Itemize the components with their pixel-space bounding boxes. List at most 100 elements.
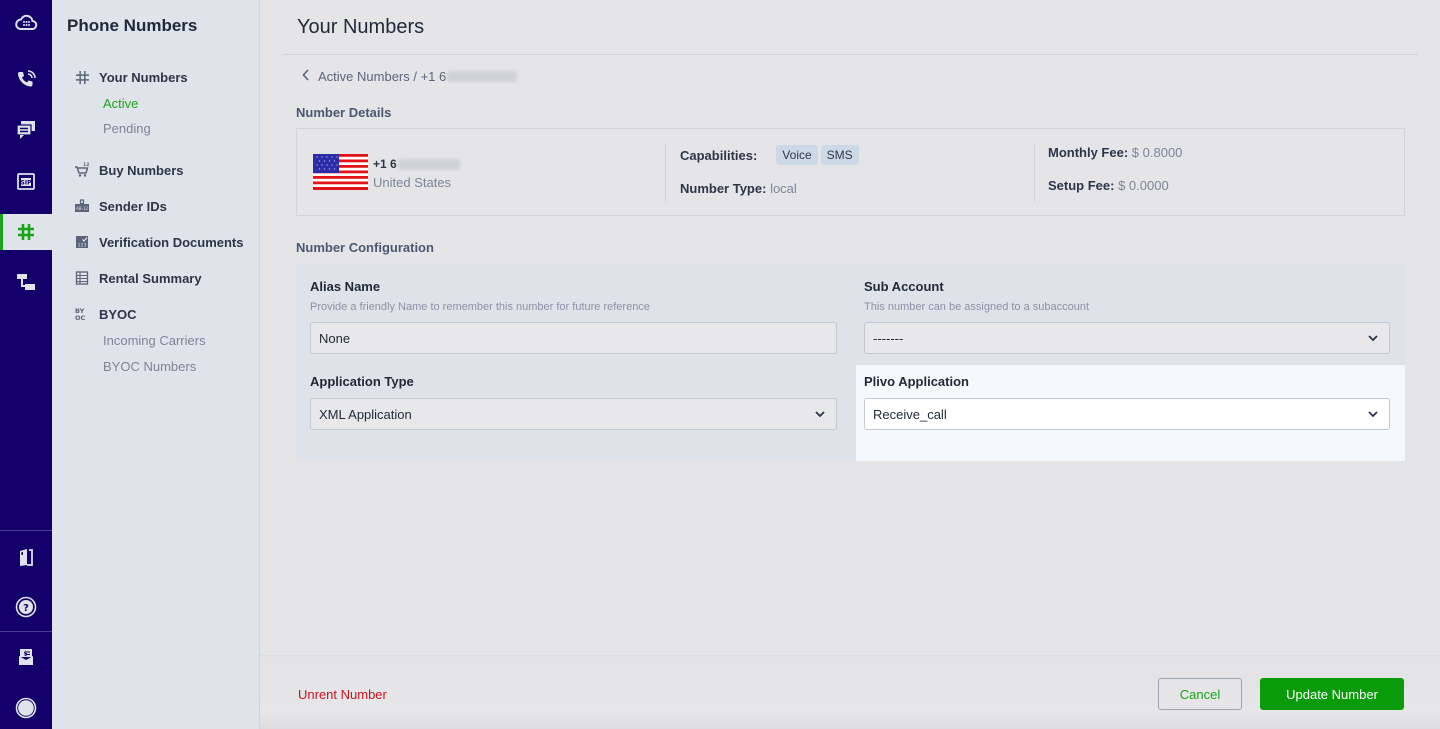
sip-icon: SIP — [17, 173, 35, 190]
unrent-number-link[interactable]: Unrent Number — [298, 687, 387, 702]
rail-flow[interactable] — [0, 264, 52, 300]
breadcrumb-current-number: +1 6 — [420, 69, 447, 84]
us-flag-icon — [313, 154, 368, 190]
monthly-fee-row: Monthly Fee: $ 0.8000 — [1048, 145, 1182, 160]
byoc-icon: BY OC — [74, 306, 90, 322]
plivo-application-select[interactable]: Receive_call — [864, 398, 1390, 430]
sidebar-title: Phone Numbers — [67, 16, 198, 35]
monthly-fee-label: Monthly Fee: — [1048, 145, 1129, 160]
setup-fee-label: Setup Fee: — [1048, 178, 1115, 193]
breadcrumb: Active Numbers / +1 6 — [302, 69, 518, 84]
sidebar-item-verification-documents[interactable]: 123 Verification Documents — [74, 234, 243, 250]
sub-account-select[interactable]: ------- — [864, 322, 1390, 354]
chevron-down-icon — [1368, 335, 1378, 342]
docs-icon — [20, 549, 33, 566]
cart-icon: 123 — [74, 162, 90, 178]
redacted-number — [447, 71, 518, 82]
svg-text:?: ? — [23, 603, 29, 614]
capabilities-label: Capabilities: — [680, 147, 758, 163]
sender-id-icon: AB-12 — [74, 198, 90, 214]
number-type-value: local — [770, 181, 797, 196]
sidebar-subitem-byoc-numbers[interactable]: BYOC Numbers — [103, 359, 196, 374]
sidebar-item-your-numbers[interactable]: Your Numbers — [74, 69, 188, 85]
rail-phone-numbers[interactable] — [0, 214, 52, 250]
sidebar-item-label: Buy Numbers — [99, 162, 184, 178]
number-type-row: Number Type: local — [680, 181, 797, 196]
rail-profile[interactable] — [0, 690, 52, 726]
monthly-fee-value: $ 0.8000 — [1131, 145, 1183, 160]
rail-voice[interactable] — [0, 62, 52, 98]
rail-sip[interactable]: SIP — [0, 163, 52, 199]
phone-numbers-hash-icon — [18, 224, 34, 240]
number-configuration-panel: Alias Name Provide a friendly Name to re… — [296, 264, 1405, 461]
application-type-select[interactable]: XML Application — [310, 398, 837, 430]
table-icon — [74, 270, 90, 286]
setup-fee-value: $ 0.0000 — [1118, 178, 1169, 193]
page-title: Your Numbers — [297, 16, 425, 38]
app-rail: SIP ? $ — [0, 0, 52, 729]
svg-text:123: 123 — [83, 162, 90, 168]
help-icon: ? — [15, 596, 37, 618]
hash-icon — [74, 69, 90, 85]
capabilities-row: Capabilities: Voice SMS — [680, 145, 859, 165]
rail-divider — [0, 631, 52, 632]
sidebar-item-label: Verification Documents — [99, 234, 244, 250]
rail-messaging[interactable] — [0, 112, 52, 148]
sidebar-subitem-pending[interactable]: Pending — [103, 121, 151, 136]
verification-icon: 123 — [74, 234, 90, 250]
sub-account-label: Sub Account — [864, 279, 944, 294]
cloud-dialpad-icon — [15, 14, 38, 30]
alias-name-help: Provide a friendly Name to remember this… — [310, 301, 650, 313]
phone-number-prefix: +1 6 — [373, 157, 397, 171]
chevron-left-icon[interactable] — [302, 69, 310, 84]
alias-name-label: Alias Name — [310, 279, 381, 294]
number-configuration-title: Number Configuration — [296, 240, 434, 255]
rail-docs[interactable] — [0, 539, 52, 575]
column-divider — [1034, 144, 1035, 202]
sidebar-item-buy-numbers[interactable]: 123 Buy Numbers — [74, 162, 184, 178]
rail-divider — [0, 530, 52, 531]
rail-home[interactable] — [0, 5, 52, 41]
sidebar-item-byoc[interactable]: BY OC BYOC — [74, 306, 137, 323]
secondary-sidebar: Phone Numbers Your Numbers Active Pendin… — [52, 0, 260, 729]
svg-text:AB-12: AB-12 — [76, 206, 88, 211]
main-content: Your Numbers Active Numbers / +1 6 Numbe… — [260, 0, 1440, 729]
chevron-down-icon — [1368, 411, 1378, 418]
rail-billing[interactable]: $ — [0, 639, 52, 675]
country-name: United States — [373, 175, 452, 190]
capability-badge-voice: Voice — [776, 145, 818, 165]
capability-badge-sms: SMS — [820, 145, 859, 165]
update-number-button[interactable]: Update Number — [1260, 678, 1404, 710]
svg-text:SIP: SIP — [21, 180, 33, 187]
sub-account-value: ------- — [873, 330, 904, 346]
sidebar-item-sender-ids[interactable]: AB-12 Sender IDs — [74, 198, 167, 214]
breadcrumb-separator: / — [409, 69, 421, 84]
application-type-value: XML Application — [319, 406, 412, 422]
flow-icon — [17, 274, 35, 290]
plivo-application-value: Receive_call — [873, 406, 947, 422]
alias-name-input[interactable]: None — [310, 322, 837, 354]
sidebar-item-label: BYOC — [99, 306, 137, 322]
action-footer: Unrent Number Cancel Update Number — [260, 655, 1440, 729]
column-divider — [665, 144, 666, 202]
rail-help[interactable]: ? — [0, 589, 52, 625]
chevron-down-icon — [815, 411, 825, 418]
sidebar-item-rental-summary[interactable]: Rental Summary — [74, 270, 202, 286]
billing-icon: $ — [19, 649, 33, 665]
sidebar-subitem-active[interactable]: Active — [103, 96, 138, 111]
sidebar-subitem-incoming-carriers[interactable]: Incoming Carriers — [103, 333, 206, 348]
messaging-icon — [16, 121, 35, 139]
cancel-button[interactable]: Cancel — [1158, 678, 1242, 710]
voice-call-icon — [18, 70, 36, 87]
redacted-number — [397, 158, 460, 170]
breadcrumb-active-numbers[interactable]: Active Numbers — [318, 69, 410, 84]
plivo-application-label: Plivo Application — [864, 374, 969, 389]
phone-number: +1 6 — [373, 157, 460, 171]
profile-icon — [15, 697, 37, 719]
svg-text:OC: OC — [75, 314, 86, 322]
sidebar-item-label: Rental Summary — [99, 270, 202, 286]
application-type-label: Application Type — [310, 374, 414, 389]
svg-text:123: 123 — [78, 243, 87, 249]
sidebar-item-label: Sender IDs — [99, 198, 167, 214]
sidebar-item-label: Your Numbers — [99, 69, 188, 85]
